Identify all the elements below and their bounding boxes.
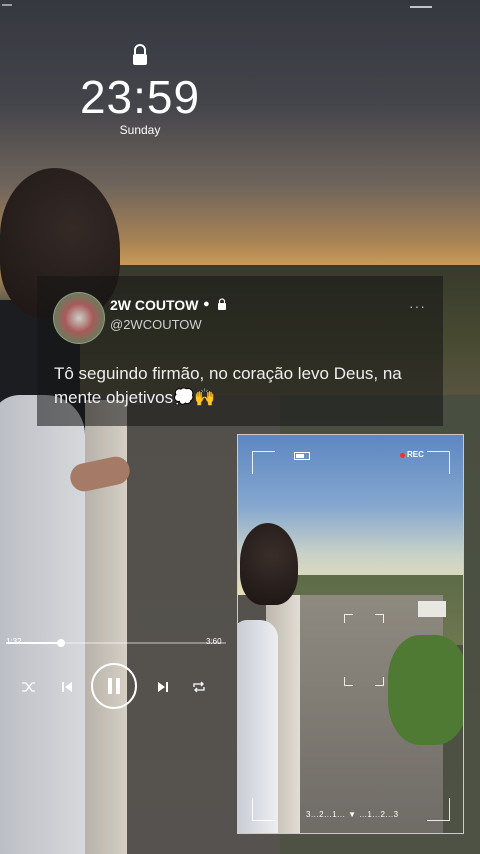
more-dots-icon[interactable]: ···: [409, 298, 426, 314]
lock-day: Sunday: [119, 123, 161, 137]
avatar[interactable]: [53, 292, 105, 344]
battery-icon: [294, 452, 310, 460]
next-icon[interactable]: [154, 678, 172, 696]
tweet-display-name: 2W COUTOW: [110, 297, 199, 313]
rec-dot-icon: [400, 453, 405, 458]
viewfinder-frame: [252, 451, 450, 821]
previous-icon[interactable]: [58, 678, 76, 696]
tweet-text: Tô seguindo firmão, no coração levo Deus…: [54, 364, 402, 407]
progress-bar[interactable]: [6, 639, 226, 647]
progress-knob[interactable]: [57, 639, 65, 647]
top-indicator-left: [2, 4, 12, 6]
lock-clock: 23:59: [79, 71, 201, 123]
tweet-handle: @2WCOUTOW: [110, 317, 202, 332]
protected-lock-icon: [218, 298, 226, 310]
repeat-icon[interactable]: [190, 678, 208, 696]
rec-label: REC: [407, 450, 424, 459]
pause-icon[interactable]: [91, 663, 137, 709]
progress-fill: [6, 642, 61, 644]
lock-icon: [133, 44, 147, 65]
top-indicator: [410, 6, 432, 8]
tweet-card[interactable]: 2W COUTOW ● @2WCOUTOW ··· Tô seguindo fi…: [37, 276, 443, 426]
shuffle-icon[interactable]: [20, 678, 38, 696]
apple-icon: ●: [203, 298, 210, 310]
focus-box: [344, 614, 384, 686]
camera-overlay: REC 3...2...1... ▼ ...1...2...3: [237, 434, 464, 834]
countdown-scale: 3...2...1... ▼ ...1...2...3: [306, 810, 399, 819]
